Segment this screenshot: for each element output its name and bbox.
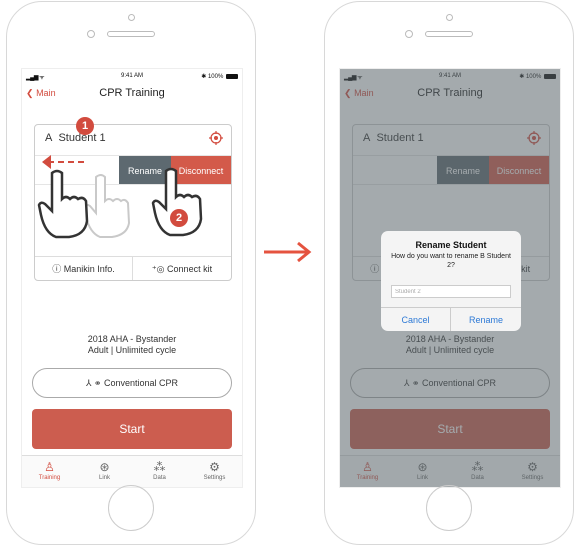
- app-screen-left: ▂▄▆ ᯤ 9:41 AM ✱ 100% ❮ Main CPR Training…: [21, 68, 243, 488]
- step-badge-1: 1: [76, 117, 94, 135]
- connect-kit-label: Connect kit: [167, 264, 213, 274]
- next-step-arrow-icon: [264, 241, 312, 263]
- home-button[interactable]: [426, 485, 472, 531]
- protocol-line1: 2018 AHA - Bystander: [87, 334, 177, 344]
- phone-frame-right: ▂▄▆ ᯤ 9:41 AM ✱ 100% ❮ Main CPR Training…: [324, 1, 574, 545]
- hands-lungs-icon: ⅄ ⚭: [85, 378, 102, 388]
- confirm-rename-button[interactable]: Rename: [451, 308, 521, 331]
- tab-label: Settings: [203, 475, 226, 481]
- nav-bar: ❮ Main CPR Training: [22, 85, 242, 107]
- home-button[interactable]: [108, 485, 154, 531]
- battery-percent: 100%: [207, 74, 224, 80]
- tab-link[interactable]: ⊛Link: [77, 459, 132, 481]
- training-icon: ♙: [44, 460, 55, 474]
- rename-input[interactable]: [391, 285, 511, 298]
- pointing-hand-icon: [37, 169, 89, 239]
- tab-data[interactable]: ⁂Data: [132, 459, 187, 481]
- battery-indicator: ✱ 100%: [201, 73, 238, 80]
- speaker: [107, 31, 155, 37]
- info-icon: ⓘ: [52, 264, 62, 274]
- start-button[interactable]: Start: [32, 409, 232, 449]
- student-prefix: A: [45, 132, 53, 144]
- student-header: A Student 1: [45, 132, 106, 144]
- battery-icon: [226, 73, 238, 79]
- dialog-message: How do you want to rename B Student 2?: [391, 253, 511, 269]
- tab-training[interactable]: ♙Training: [22, 459, 77, 481]
- manikin-info-label: Manikin Info.: [63, 264, 115, 274]
- cancel-button[interactable]: Cancel: [381, 308, 451, 331]
- proximity-sensor: [405, 30, 413, 38]
- protocol-line2: Adult | Unlimited cycle: [87, 345, 177, 355]
- settings-icon: ⚙: [209, 460, 220, 474]
- dialog-title: Rename Student: [415, 240, 487, 250]
- locate-icon[interactable]: [209, 131, 223, 145]
- tab-label: Training: [38, 475, 61, 481]
- rename-dialog: Rename Student How do you want to rename…: [381, 231, 521, 331]
- step-badge-2: 2: [170, 209, 188, 227]
- proximity-sensor: [87, 30, 95, 38]
- speaker: [425, 31, 473, 37]
- cpr-mode-button[interactable]: ⅄ ⚭ Conventional CPR: [32, 368, 232, 398]
- app-screen-right: ▂▄▆ ᯤ 9:41 AM ✱ 100% ❮ Main CPR Training…: [339, 68, 561, 488]
- tab-label: Data: [153, 475, 166, 481]
- tab-settings[interactable]: ⚙Settings: [187, 459, 242, 481]
- protocol-info: 2018 AHA - Bystander Adult | Unlimited c…: [22, 334, 242, 356]
- camera: [446, 14, 453, 21]
- page-title: CPR Training: [99, 87, 165, 99]
- link-icon: ⊛: [99, 460, 110, 474]
- manikin-info-button[interactable]: ⓘ Manikin Info.: [35, 257, 133, 280]
- data-icon: ⁂: [153, 460, 166, 474]
- dialog-actions: Cancel Rename: [381, 307, 521, 331]
- status-bar: ▂▄▆ ᯤ 9:41 AM ✱ 100%: [22, 69, 242, 85]
- camera: [128, 14, 135, 21]
- tab-label: Link: [98, 475, 110, 481]
- kit-icon: ⁺◎: [151, 264, 165, 274]
- swipe-arrow-line: [48, 161, 84, 163]
- connect-kit-button[interactable]: ⁺◎ Connect kit: [133, 257, 231, 280]
- phone-frame-left: ▂▄▆ ᯤ 9:41 AM ✱ 100% ❮ Main CPR Training…: [6, 1, 256, 545]
- cpr-mode-label: Conventional CPR: [104, 378, 179, 388]
- card-footer: ⓘ Manikin Info. ⁺◎ Connect kit: [35, 256, 231, 280]
- tab-bar: ♙Training ⊛Link ⁂Data ⚙Settings: [22, 455, 242, 487]
